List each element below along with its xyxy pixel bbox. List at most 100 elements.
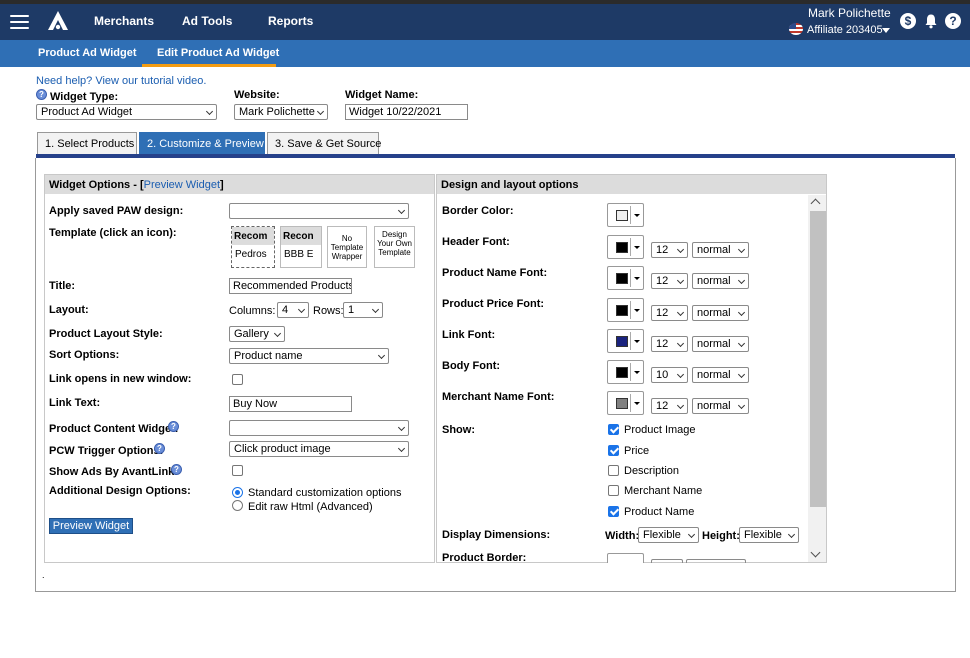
subnav-edit-product-ad-widget[interactable]: Edit Product Ad Widget [157, 47, 279, 59]
preview-widget-link[interactable]: Preview Widget [144, 179, 220, 191]
link-new-window-label: Link opens in new window: [49, 373, 192, 385]
width-label: Width: [605, 530, 640, 542]
radio-standard-options[interactable] [232, 487, 243, 498]
rows-select[interactable]: 1 [343, 302, 383, 318]
font-color-swatch [616, 367, 628, 378]
template-option-2[interactable]: Recon BBB E [280, 226, 322, 268]
subnav-active-indicator [142, 64, 276, 67]
hamburger-menu-icon[interactable] [10, 15, 29, 29]
layout-label: Layout: [49, 304, 89, 316]
show-ads-checkbox[interactable] [232, 465, 243, 476]
sort-select[interactable]: Product name [229, 348, 389, 364]
font-color-picker[interactable] [607, 298, 644, 322]
tab-save-get-source[interactable]: 3. Save & Get Source [267, 132, 381, 154]
sort-label: Sort Options: [49, 349, 120, 361]
bell-icon[interactable] [923, 13, 939, 29]
tutorial-link[interactable]: Need help? View our tutorial video. [36, 75, 206, 87]
link-text-label: Link Text: [49, 397, 101, 409]
account-dropdown-icon[interactable] [882, 28, 890, 33]
columns-select[interactable]: 4 [277, 302, 309, 318]
font-color-picker[interactable] [607, 266, 644, 290]
help-question-icon[interactable]: ? [36, 89, 47, 100]
preview-widget-button[interactable]: Preview Widget [49, 518, 133, 534]
website-select[interactable]: Mark Polichette [234, 104, 328, 120]
nav-ad-tools[interactable]: Ad Tools [182, 14, 232, 28]
nav-reports[interactable]: Reports [268, 14, 313, 28]
font-size-select[interactable]: 12 [651, 398, 688, 414]
help-icon[interactable]: ? [945, 13, 961, 29]
dollar-icon[interactable]: $ [900, 13, 916, 29]
show-label: Show: [442, 424, 475, 436]
height-select[interactable]: Flexible [739, 527, 799, 543]
product-border-style-select[interactable] [686, 559, 746, 563]
product-border-size-select[interactable] [651, 559, 683, 563]
widget-options-header: Widget Options - [Preview Widget] [45, 175, 434, 194]
border-color-label: Border Color: [442, 205, 514, 217]
tab-customize-preview[interactable]: 2. Customize & Preview [139, 132, 265, 154]
product-border-picker[interactable] [607, 553, 644, 563]
radio-standard-label: Standard customization options [248, 487, 402, 499]
avantlink-logo-icon[interactable] [45, 10, 71, 34]
link-new-window-checkbox[interactable] [232, 374, 243, 385]
layout-style-select[interactable]: Gallery [229, 326, 285, 342]
font-style-select[interactable]: normal [692, 336, 749, 352]
font-color-swatch [616, 305, 628, 316]
radio-raw-label: Edit raw Html (Advanced) [248, 501, 373, 513]
pcw-trigger-help-icon[interactable]: ? [154, 443, 165, 454]
font-size-select[interactable]: 12 [651, 242, 688, 258]
show-checkbox[interactable] [608, 424, 619, 435]
height-label: Height: [702, 530, 740, 542]
pcw-help-icon[interactable]: ? [168, 421, 179, 432]
border-color-picker[interactable] [607, 203, 644, 227]
font-color-picker[interactable] [607, 360, 644, 384]
user-name[interactable]: Mark Polichette [808, 6, 891, 20]
product-border-label: Product Border: [442, 552, 527, 564]
template-no-wrapper[interactable]: No Template Wrapper [327, 226, 367, 268]
pcw-trigger-select[interactable]: Click product image [229, 441, 409, 457]
top-navbar: Merchants Ad Tools Reports Mark Polichet… [0, 4, 970, 40]
font-style-select[interactable]: normal [692, 242, 749, 258]
font-color-swatch [616, 398, 628, 409]
show-checkbox[interactable] [608, 506, 619, 517]
template-design-own[interactable]: Design Your Own Template [374, 226, 415, 268]
tab-select-products[interactable]: 1. Select Products [37, 132, 137, 154]
additional-design-label: Additional Design Options: [49, 485, 191, 497]
font-color-picker[interactable] [607, 235, 644, 259]
subnav-product-ad-widget[interactable]: Product Ad Widget [38, 47, 136, 59]
font-color-picker[interactable] [607, 329, 644, 353]
widget-name-input[interactable]: Widget 10/22/2021 [345, 104, 468, 120]
font-color-swatch [616, 336, 628, 347]
pcw-trigger-label: PCW Trigger Options: [49, 445, 164, 457]
affiliate-id[interactable]: Affiliate 203405 [807, 24, 883, 36]
font-style-select[interactable]: normal [692, 273, 749, 289]
font-color-swatch [616, 242, 628, 253]
font-size-select[interactable]: 12 [651, 273, 688, 289]
font-label: Merchant Name Font: [442, 391, 555, 403]
link-text-input[interactable]: Buy Now [229, 396, 352, 412]
font-color-picker[interactable] [607, 391, 644, 415]
font-style-select[interactable]: normal [692, 398, 749, 414]
pcw-select[interactable] [229, 420, 409, 436]
font-style-select[interactable]: normal [692, 367, 749, 383]
show-ads-help-icon[interactable]: ? [171, 464, 182, 475]
show-item-label: Price [624, 445, 650, 457]
apply-saved-select[interactable] [229, 203, 409, 219]
font-size-select[interactable]: 12 [651, 336, 688, 352]
font-style-select[interactable]: normal [692, 305, 749, 321]
show-checkbox[interactable] [608, 445, 619, 456]
radio-edit-raw-html[interactable] [232, 500, 243, 511]
columns-label: Columns: [229, 305, 276, 317]
right-panel-scroll-thumb[interactable] [810, 211, 826, 507]
show-item-label: Merchant Name [624, 485, 703, 497]
font-size-select[interactable]: 10 [651, 367, 688, 383]
widget-type-select[interactable]: Product Ad Widget [36, 104, 217, 120]
show-checkbox[interactable] [608, 485, 619, 496]
show-checkbox[interactable] [608, 465, 619, 476]
font-label: Product Price Font: [442, 298, 545, 310]
nav-merchants[interactable]: Merchants [94, 14, 154, 28]
width-select[interactable]: Flexible [638, 527, 699, 543]
widget-type-label: Widget Type: [50, 91, 119, 103]
title-input[interactable]: Recommended Products [229, 278, 352, 294]
template-option-1[interactable]: Recom Pedros [231, 226, 275, 268]
font-size-select[interactable]: 12 [651, 305, 688, 321]
